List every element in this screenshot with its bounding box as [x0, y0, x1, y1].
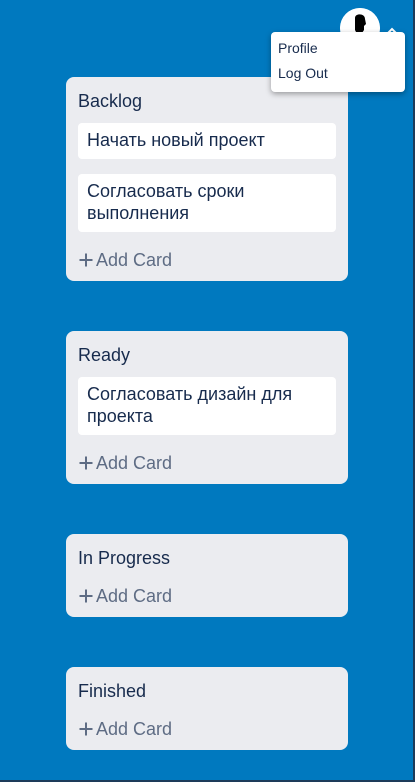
card[interactable]: Начать новый проект	[78, 123, 336, 159]
column-title: Ready	[78, 345, 131, 365]
column-title: Finished	[78, 681, 147, 701]
card[interactable]: Согласовать дизайн для проекта	[78, 377, 336, 435]
add-card-label: Add Card	[96, 452, 173, 473]
add-card-label: Add Card	[96, 585, 173, 606]
column-backlog: Backlog Начать новый проект Согласовать …	[66, 77, 348, 281]
column-title: Backlog	[78, 91, 143, 111]
add-card-button[interactable]: Add Card	[78, 718, 172, 740]
column-title: In Progress	[78, 548, 171, 568]
column-finished: Finished Add Card	[66, 667, 348, 750]
plus-icon	[78, 588, 94, 604]
plus-icon	[78, 455, 94, 471]
column-in-progress: In Progress Add Card	[66, 534, 348, 617]
add-card-label: Add Card	[96, 249, 173, 270]
plus-icon	[78, 252, 94, 268]
menu-item-log-out[interactable]: Log Out	[278, 65, 328, 81]
add-card-button[interactable]: Add Card	[78, 249, 172, 271]
add-card-label: Add Card	[96, 718, 173, 739]
plus-icon	[78, 721, 94, 737]
add-card-button[interactable]: Add Card	[78, 585, 172, 607]
user-dropdown-menu: Profile Log Out	[271, 32, 405, 92]
card[interactable]: Согласовать сроки выполнения	[78, 174, 336, 232]
column-ready: Ready Согласовать дизайн для проекта Add…	[66, 331, 348, 484]
menu-item-profile[interactable]: Profile	[278, 40, 318, 56]
board: Backlog Начать новый проект Согласовать …	[0, 0, 415, 782]
add-card-button[interactable]: Add Card	[78, 452, 172, 474]
